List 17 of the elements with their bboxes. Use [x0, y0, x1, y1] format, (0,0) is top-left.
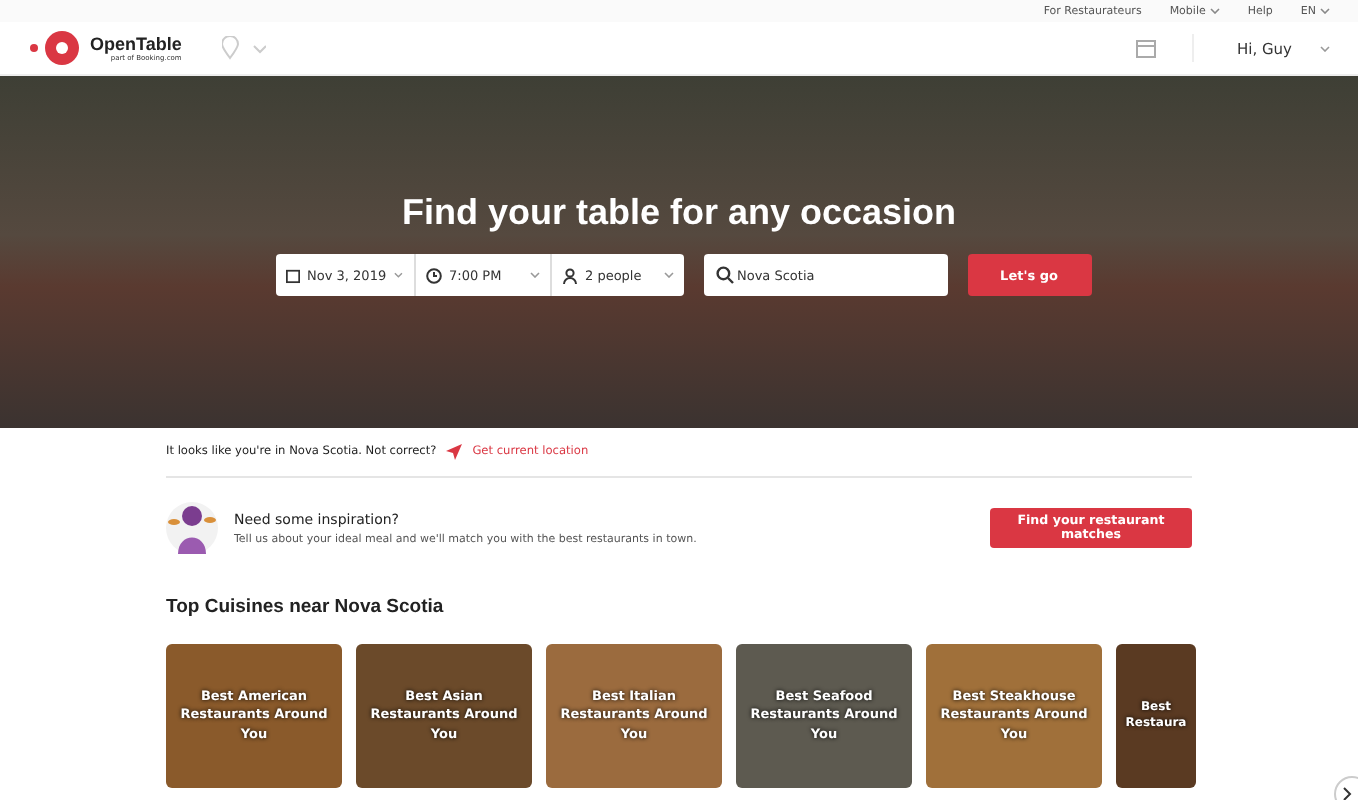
chef-illustration — [166, 500, 218, 556]
logo-icon — [28, 30, 84, 66]
person-icon — [561, 267, 577, 283]
clock-icon — [425, 267, 441, 283]
chevron-down-icon — [1320, 45, 1330, 51]
section-heading: Top Cuisines near Nova Scotia — [166, 596, 446, 618]
chevron-down-icon — [529, 272, 539, 278]
chevron-right-icon — [1342, 786, 1354, 800]
hero-title: Find your table for any occasion — [401, 192, 957, 234]
brand-name: OpenTable — [90, 34, 182, 54]
calendar-icon[interactable] — [1135, 39, 1155, 57]
location-pin-icon[interactable] — [221, 36, 266, 60]
navigation-arrow-icon — [446, 444, 463, 460]
chevron-down-icon — [663, 272, 673, 278]
calendar-icon — [285, 267, 300, 283]
search-icon — [715, 266, 733, 284]
chevron-down-icon — [394, 272, 403, 278]
